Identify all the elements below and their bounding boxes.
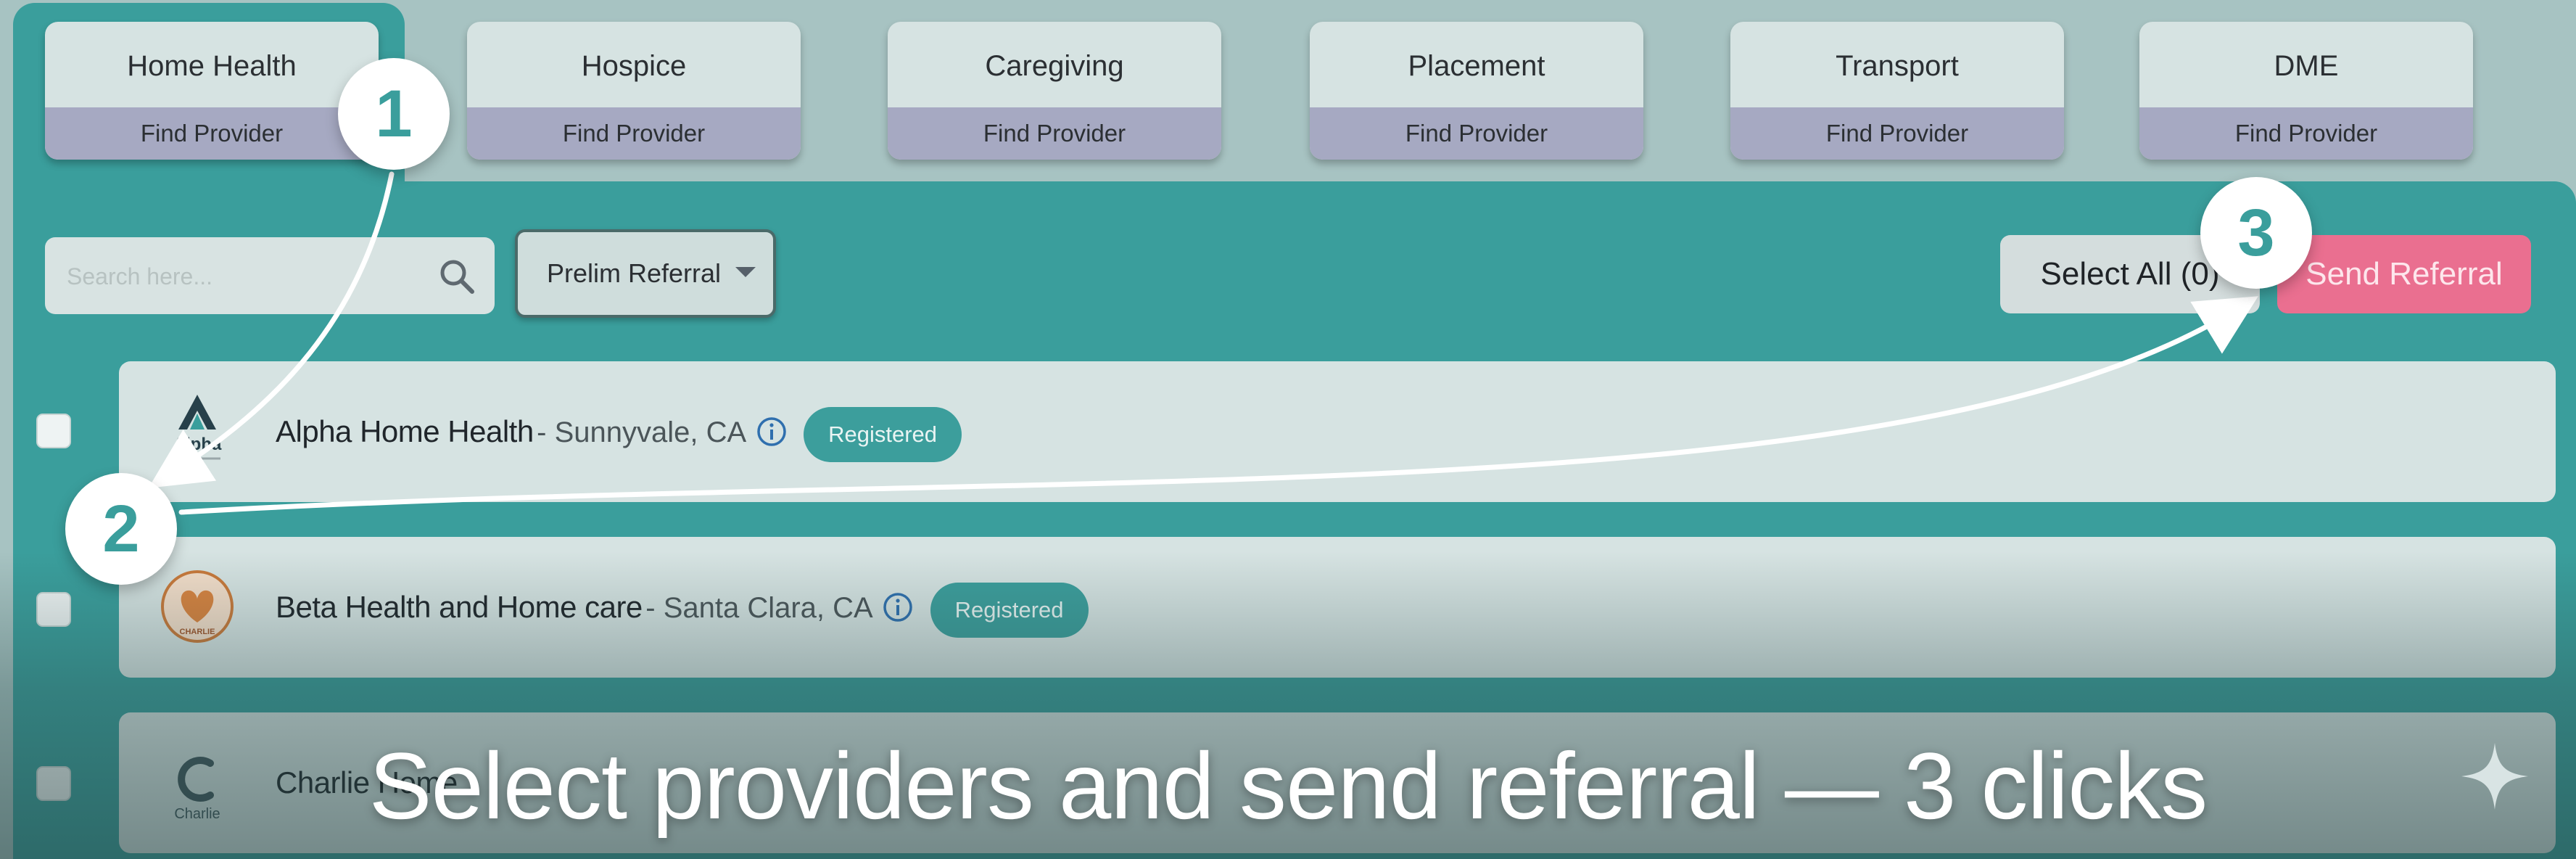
- category-card-transport[interactable]: Transport Find Provider: [1730, 22, 2064, 160]
- row-checkbox-beta[interactable]: [36, 592, 71, 627]
- tutorial-caption: Select providers and send referral — 3 c…: [368, 733, 2208, 839]
- provider-location: Santa Clara, CA: [663, 592, 873, 624]
- beta-logo-icon: CHARLIE: [161, 570, 234, 643]
- category-title: Hospice: [581, 50, 687, 82]
- category-card-placement[interactable]: Placement Find Provider: [1310, 22, 1643, 160]
- status-badge: Registered: [930, 582, 1089, 638]
- info-icon[interactable]: [756, 416, 788, 448]
- find-provider-link[interactable]: Find Provider: [45, 107, 379, 160]
- svg-text:Alpha: Alpha: [173, 435, 222, 454]
- category-title: Caregiving: [985, 50, 1124, 82]
- category-card-home-health[interactable]: Home Health Find Provider: [45, 22, 379, 160]
- referral-type-dropdown[interactable]: Prelim Referral: [515, 229, 776, 318]
- category-card-dme[interactable]: DME Find Provider: [2139, 22, 2473, 160]
- app-frame: Home Health Find Provider Hospice Find P…: [0, 0, 2576, 859]
- search-input[interactable]: [65, 237, 445, 316]
- category-title: Home Health: [127, 50, 297, 82]
- status-badge: Registered: [804, 406, 962, 462]
- category-card-caregiving[interactable]: Caregiving Find Provider: [888, 22, 1221, 160]
- find-provider-link[interactable]: Find Provider: [2139, 107, 2473, 160]
- search-box: [45, 237, 495, 316]
- provider-info: Alpha Home Health - Sunnyvale, CA Regist…: [276, 361, 962, 502]
- category-title: Placement: [1408, 50, 1545, 82]
- referral-type-value: Prelim Referral: [547, 258, 722, 288]
- category-title: Transport: [1836, 50, 1959, 82]
- category-card-hospice[interactable]: Hospice Find Provider: [467, 22, 801, 160]
- find-provider-link[interactable]: Find Provider: [467, 107, 801, 160]
- category-title: DME: [2274, 50, 2339, 82]
- provider-location-separator: -: [645, 592, 664, 624]
- provider-name[interactable]: Alpha Home Health: [276, 414, 534, 448]
- sparkle-icon: [2461, 743, 2528, 810]
- provider-row[interactable]: CHARLIE Beta Health and Home care - Sant…: [119, 537, 2556, 678]
- step-marker-2: 2: [65, 473, 177, 585]
- send-referral-button[interactable]: Send Referral: [2277, 235, 2531, 313]
- info-icon[interactable]: [882, 591, 914, 623]
- find-provider-link[interactable]: Find Provider: [1730, 107, 2064, 160]
- step-marker-1: 1: [338, 58, 450, 170]
- find-provider-link[interactable]: Find Provider: [1310, 107, 1643, 160]
- provider-info: Beta Health and Home care - Santa Clara,…: [276, 537, 1089, 678]
- find-provider-link[interactable]: Find Provider: [888, 107, 1221, 160]
- step-marker-3: 3: [2200, 177, 2312, 289]
- search-icon[interactable]: [437, 256, 477, 297]
- row-checkbox-alpha[interactable]: [36, 414, 71, 448]
- provider-row[interactable]: Alpha Alpha Home Health - Sunnyvale, CA …: [119, 361, 2556, 502]
- chevron-down-icon: [735, 267, 756, 277]
- svg-text:CHARLIE: CHARLIE: [180, 628, 215, 636]
- provider-location-separator: -: [537, 416, 555, 448]
- alpha-logo-icon: Alpha: [173, 395, 222, 460]
- provider-location: Sunnyvale, CA: [554, 416, 747, 448]
- provider-name[interactable]: Beta Health and Home care: [276, 590, 643, 624]
